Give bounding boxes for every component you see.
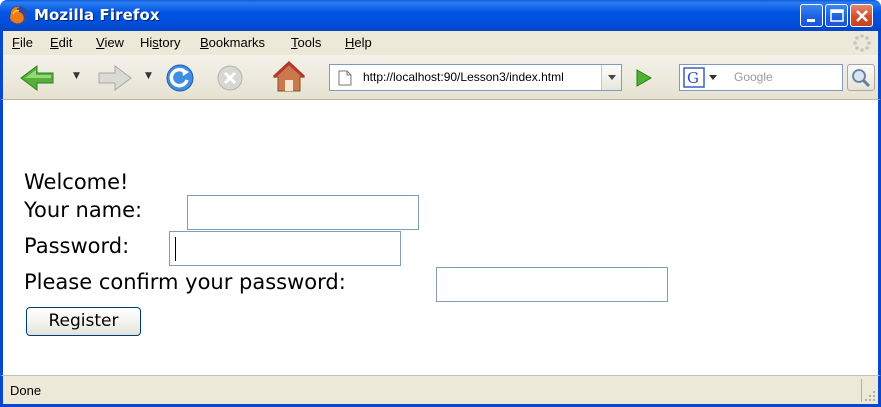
- forward-dropdown-icon[interactable]: ▼: [145, 71, 152, 81]
- search-bar[interactable]: G Google: [679, 64, 843, 91]
- back-arrow-icon[interactable]: [19, 63, 63, 93]
- name-input[interactable]: [187, 195, 419, 230]
- confirm-password-input[interactable]: [436, 267, 668, 302]
- stop-icon[interactable]: [214, 62, 246, 94]
- navigation-toolbar: ▼ ▼ http://localhost:90/Lesson3/index.ht…: [0, 55, 881, 100]
- go-icon[interactable]: [633, 68, 655, 88]
- back-dropdown-icon[interactable]: ▼: [73, 71, 80, 81]
- welcome-text: Welcome!: [24, 170, 129, 194]
- menu-history[interactable]: History: [140, 35, 180, 50]
- svg-text:G: G: [687, 69, 699, 87]
- status-text: Done: [10, 383, 42, 398]
- status-divider: [861, 379, 862, 402]
- menu-edit[interactable]: Edit: [50, 35, 72, 50]
- menu-tools[interactable]: Tools: [291, 35, 321, 50]
- firefox-logo-icon: [9, 6, 28, 25]
- search-engine-selector[interactable]: G: [683, 67, 727, 88]
- confirm-password-label: Please confirm your password:: [24, 270, 346, 294]
- reload-icon[interactable]: [164, 62, 196, 94]
- magnifier-icon: [852, 69, 871, 88]
- window-title: Mozilla Firefox: [34, 6, 160, 24]
- search-input[interactable]: Google: [734, 70, 773, 84]
- url-bar[interactable]: http://localhost:90/Lesson3/index.html: [329, 64, 622, 91]
- password-input[interactable]: [169, 231, 401, 266]
- url-text[interactable]: http://localhost:90/Lesson3/index.html: [363, 70, 593, 84]
- search-button[interactable]: [847, 64, 875, 91]
- maximize-button[interactable]: [825, 4, 848, 27]
- status-bar: Done: [0, 375, 881, 407]
- menu-file[interactable]: File: [12, 35, 33, 50]
- home-icon[interactable]: [271, 60, 307, 94]
- throbber-icon: [853, 34, 871, 52]
- close-button[interactable]: [850, 4, 873, 27]
- url-history-dropdown[interactable]: [601, 65, 621, 90]
- menu-bookmarks[interactable]: Bookmarks: [200, 35, 265, 50]
- title-bar[interactable]: Mozilla Firefox: [0, 0, 881, 31]
- forward-arrow-icon[interactable]: [91, 63, 135, 93]
- chevron-down-icon: [608, 75, 616, 80]
- password-label: Password:: [24, 234, 130, 258]
- maximize-icon: [830, 9, 844, 22]
- resize-grip-icon[interactable]: [864, 390, 876, 402]
- minimize-icon: [807, 19, 815, 22]
- page-icon: [338, 70, 352, 86]
- name-label: Your name:: [24, 198, 143, 222]
- minimize-button[interactable]: [800, 4, 823, 27]
- text-caret: [175, 237, 176, 261]
- google-engine-icon: G: [683, 67, 717, 88]
- register-button[interactable]: Register: [26, 307, 141, 336]
- close-icon: [856, 10, 868, 22]
- menu-help[interactable]: Help: [345, 35, 372, 50]
- menu-view[interactable]: View: [96, 35, 124, 50]
- menu-bar: File Edit View History Bookmarks Tools H…: [0, 31, 881, 55]
